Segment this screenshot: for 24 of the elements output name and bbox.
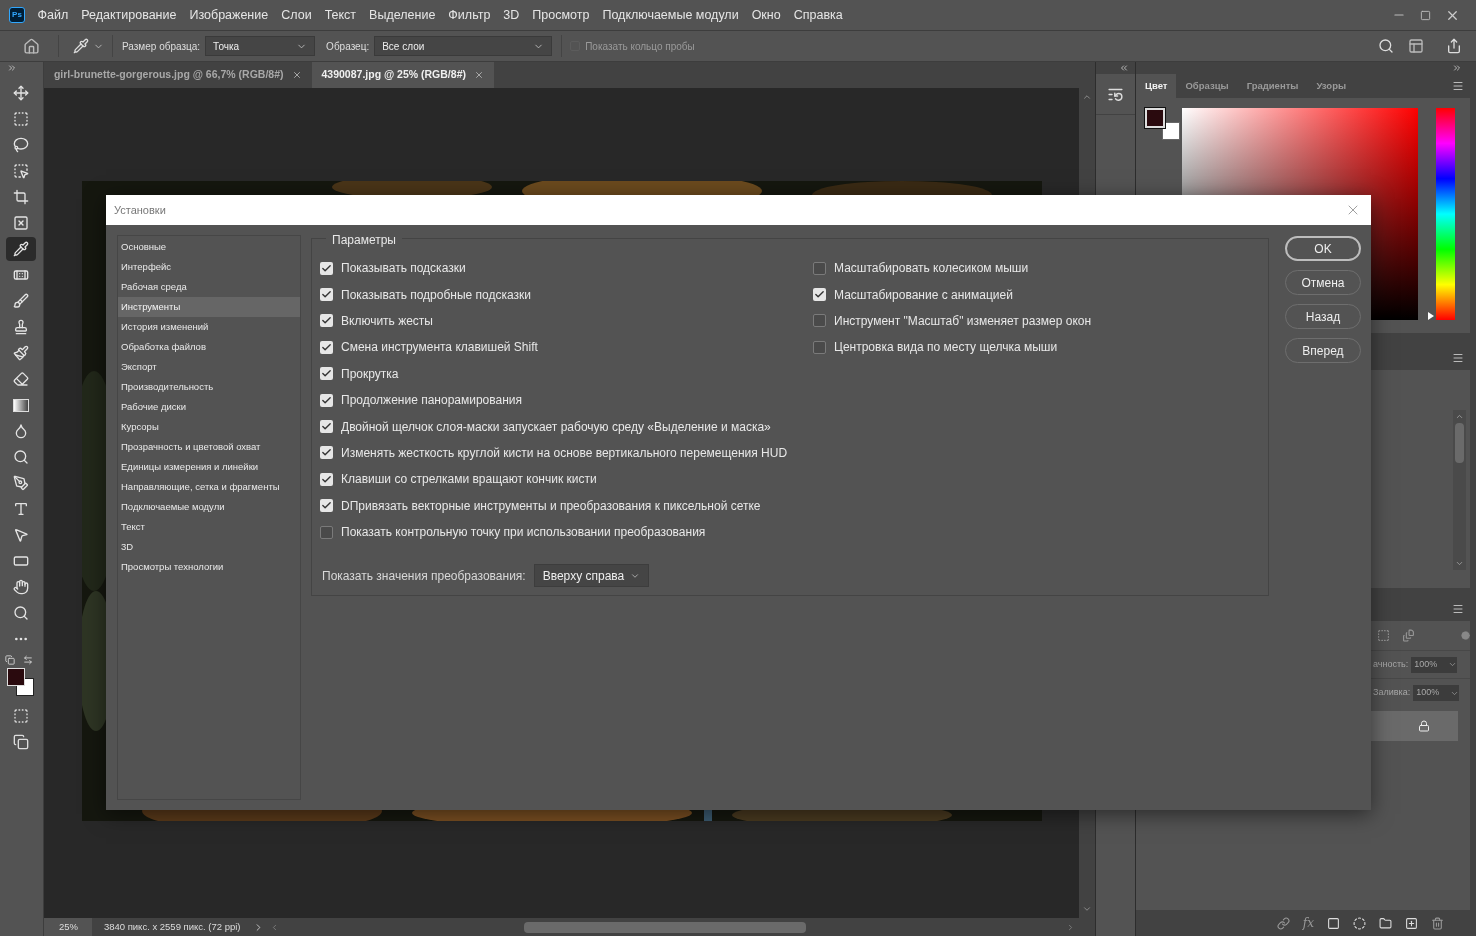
option-label: Смена инструмента клавишей Shift	[341, 339, 538, 357]
option-label: DПривязать векторные инструменты и преобразования к пиксельной сетке	[341, 497, 761, 515]
option-label: Показывать подробные подсказки	[341, 286, 532, 304]
option-label: Показывать подсказки	[341, 260, 466, 278]
option-label: Продолжение панорамирования	[341, 392, 523, 410]
option-label: Инструмент "Масштаб" изменяет размер окон	[834, 312, 1092, 330]
option-label: Показать контрольную точку при использовании преобразования	[341, 524, 706, 542]
dialog-title: Установки	[114, 202, 166, 218]
transform-values-label: Показать значения преобразования:	[322, 567, 526, 585]
option-label: Масштабирование с анимацией	[834, 286, 1013, 304]
option-label: Центровка вида по месту щелчка мыши	[834, 339, 1058, 357]
opacity-label: ачность:	[1373, 657, 1409, 671]
option-label: Масштабировать колесиком мыши	[834, 260, 1029, 278]
document-info: 3840 пикс. x 2559 пикс. (72 ppi)	[103, 919, 241, 934]
option-label: Клавиши со стрелками вращают кончик кисти	[341, 471, 597, 489]
option-label: Изменять жесткость круглой кисти на основе вертикального перемещения HUD	[341, 444, 788, 462]
sample-label: Образец:	[326, 39, 370, 54]
app-logo: Ps	[9, 7, 25, 23]
option-label: Двойной щелчок слоя-маски запускает рабочую среду «Выделение и маска»	[341, 418, 771, 436]
option-label: Включить жесты	[341, 312, 433, 330]
sample-size-label: Размер образца:	[122, 39, 201, 54]
fill-label: Заливка:	[1373, 686, 1411, 700]
show-ring-label: Показать кольцо пробы	[585, 39, 695, 54]
option-label: Прокрутка	[341, 365, 399, 383]
